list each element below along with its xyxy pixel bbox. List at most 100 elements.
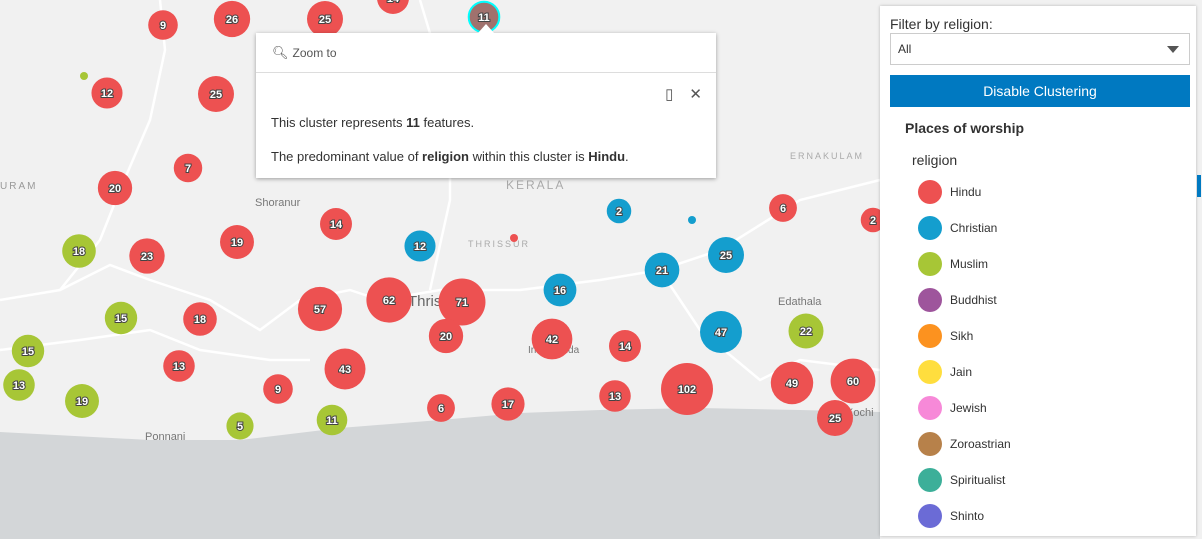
cluster-marker[interactable]: 71 [438,278,486,326]
cluster-marker[interactable]: 49 [770,361,814,405]
cluster-count: 6 [780,203,786,215]
popup-line-count: This cluster represents 11 features. [271,115,475,130]
cluster-marker[interactable]: 20 [428,318,464,354]
cluster-count: 60 [847,376,859,388]
cluster-marker[interactable]: 11 [316,404,348,436]
cluster-marker[interactable]: 7 [173,153,203,183]
cluster-marker[interactable]: 13 [163,350,195,382]
cluster-marker[interactable]: 60 [830,358,876,404]
dock-icon[interactable]: ▯ [665,85,673,103]
cluster-marker[interactable]: 12 [404,230,436,262]
cluster-count: 15 [115,313,127,325]
cluster-count: 25 [829,413,841,425]
legend-label: Buddhist [950,293,997,307]
cluster-marker[interactable]: 16 [543,273,577,307]
legend-item-sikh: Sikh [918,324,973,348]
cluster-marker[interactable]: 13 [3,369,35,401]
cluster-count: 71 [456,297,468,309]
cluster-count: 19 [231,237,243,249]
popup-line-predominant: The predominant value of religion within… [271,149,629,164]
close-icon[interactable]: ✕ [689,85,702,103]
cluster-marker[interactable]: 47 [700,311,742,353]
cluster-count: 49 [786,378,798,390]
religion-filter-select[interactable]: All [890,33,1190,65]
legend-label: Sikh [950,329,974,343]
cluster-count: 15 [22,346,34,358]
cluster-marker[interactable]: 9 [263,374,293,404]
cluster-marker[interactable]: 5 [226,412,254,440]
legend-label: Muslim [950,257,988,271]
cluster-count: 62 [383,295,395,307]
zoom-in-icon: 🔍︎ [272,44,289,60]
cluster-count: 6 [438,403,444,415]
legend-label: Spiritualist [950,473,1006,487]
point-marker[interactable] [80,72,88,80]
cluster-marker[interactable]: 102 [661,363,713,415]
legend-field: religion [912,152,958,168]
disable-clustering-button[interactable]: Disable Clustering [890,75,1190,107]
cluster-count: 22 [800,326,812,338]
cluster-marker[interactable]: 42 [531,318,573,360]
cluster-marker[interactable]: 12 [91,77,123,109]
zoom-to-button[interactable]: 🔍︎ Zoom to [256,33,716,73]
legend-swatch-icon [918,216,942,240]
place-label: URAM [0,181,37,192]
cluster-marker[interactable]: 6 [769,194,797,222]
cluster-marker[interactable]: 19 [65,384,99,418]
cluster-count: 14 [387,0,400,5]
cluster-marker[interactable]: 13 [599,380,631,412]
cluster-count: 17 [502,399,514,411]
cluster-marker[interactable]: 6 [427,394,455,422]
cluster-count: 11 [326,415,338,427]
cluster-popup: 🔍︎ Zoom to ▯ ✕ This cluster represents 1… [256,24,716,178]
cluster-marker[interactable]: 15 [11,334,45,368]
cluster-count: 16 [554,285,566,297]
cluster-marker[interactable]: 25 [198,76,234,112]
cluster-count: 18 [194,314,206,326]
point-marker[interactable] [510,234,518,242]
cluster-marker[interactable]: 25 [817,400,853,436]
cluster-marker[interactable]: 18 [62,234,96,268]
cluster-marker[interactable]: 57 [297,286,343,332]
cluster-marker[interactable]: 62 [366,277,412,323]
cluster-count: 14 [330,219,343,231]
cluster-marker[interactable]: 26 [213,0,251,38]
legend-swatch-icon [918,180,942,204]
cluster-marker[interactable]: 25 [307,1,343,37]
place-label: ERNAKULAM [790,151,864,161]
cluster-marker[interactable]: 21 [644,252,680,288]
popup-pointer [478,24,494,33]
legend-item-muslim: Muslim [918,252,988,276]
scrollbar[interactable] [1197,175,1201,197]
cluster-marker[interactable]: 15 [104,301,138,335]
point-marker[interactable] [688,216,696,224]
cluster-count: 13 [173,361,185,373]
legend-label: Jain [950,365,973,379]
cluster-count: 25 [210,89,222,101]
cluster-count: 43 [339,364,351,376]
cluster-count: 9 [160,20,166,32]
cluster-marker[interactable]: 19 [220,225,254,259]
legend-item-shinto: Shinto [918,504,984,528]
legend-swatch-icon [918,360,942,384]
cluster-marker[interactable]: 18 [183,302,217,336]
cluster-marker[interactable]: 17 [491,387,525,421]
cluster-marker[interactable]: 14 [377,0,409,14]
cluster-marker[interactable]: 2 [606,198,632,224]
cluster-count: 7 [185,163,191,175]
cluster-marker[interactable]: 14 [320,208,352,240]
cluster-marker[interactable]: 43 [324,348,366,390]
filter-label: Filter by religion: [890,16,993,32]
legend-swatch-icon [918,396,942,420]
cluster-count: 26 [226,14,238,26]
cluster-marker[interactable]: 9 [148,10,178,40]
sea [0,408,880,539]
legend-item-christian: Christian [918,216,997,240]
cluster-marker[interactable]: 23 [129,238,165,274]
legend-swatch-icon [918,252,942,276]
cluster-marker[interactable]: 20 [97,170,133,206]
cluster-marker[interactable]: 22 [788,313,824,349]
cluster-marker[interactable]: 25 [708,237,744,273]
cluster-count: 12 [414,241,426,253]
cluster-marker[interactable]: 14 [609,330,641,362]
